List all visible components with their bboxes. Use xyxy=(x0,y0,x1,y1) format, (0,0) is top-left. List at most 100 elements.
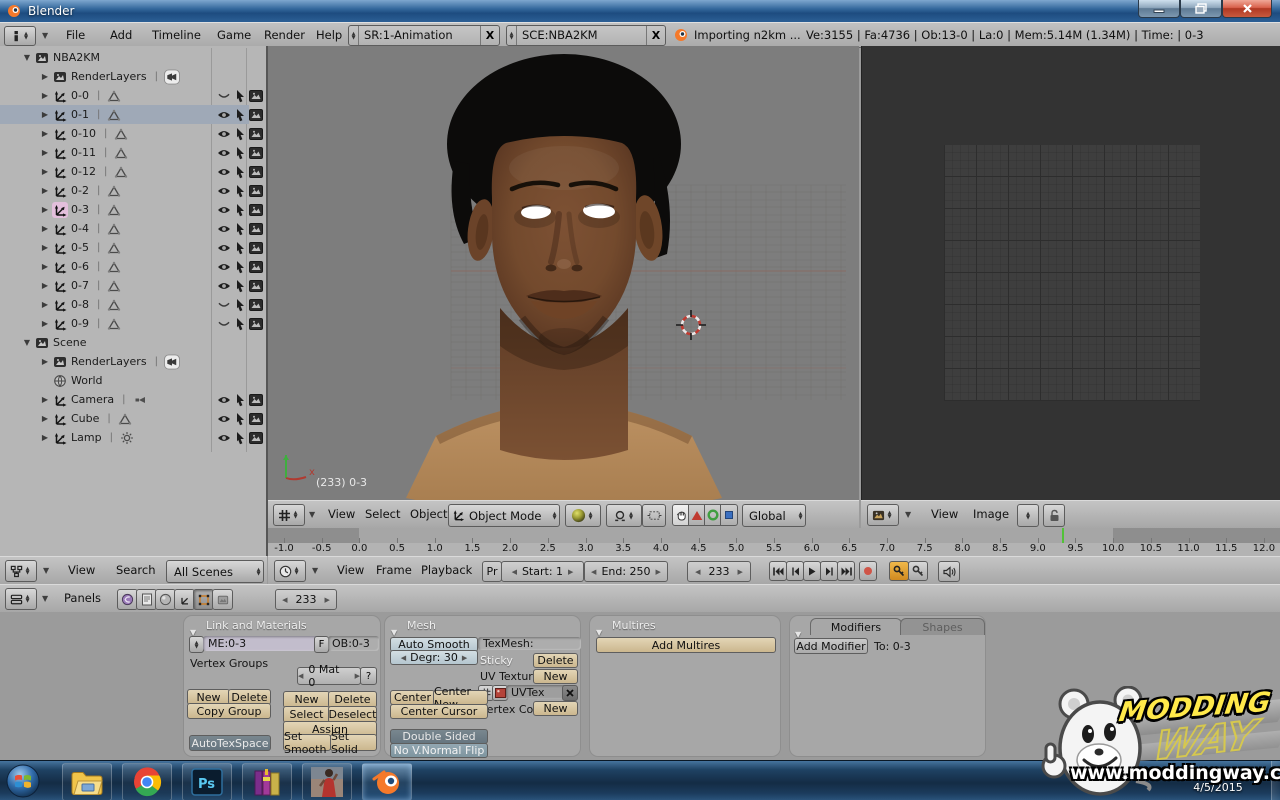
menu-collapse-icon[interactable]: ▼ xyxy=(312,566,318,575)
context-scene-button[interactable] xyxy=(136,589,157,610)
expand-arrow-icon[interactable]: ▶ xyxy=(38,186,52,195)
render-icon[interactable] xyxy=(248,279,263,293)
expand-arrow-icon[interactable]: ▶ xyxy=(38,243,52,252)
expand-arrow-icon[interactable]: ▶ xyxy=(38,205,52,214)
expand-arrow-icon[interactable]: ▶ xyxy=(38,224,52,233)
eye-open-icon[interactable] xyxy=(216,260,231,274)
mesh-data-icon[interactable] xyxy=(117,411,133,427)
context-shading-button[interactable] xyxy=(117,589,138,610)
editor-type-stepper[interactable]: ▲▼ xyxy=(291,511,300,519)
tab-modifiers[interactable]: Modifiers xyxy=(810,618,902,635)
set-smooth-button[interactable]: Set Smooth xyxy=(283,734,331,751)
add-modifier-button[interactable]: Add Modifier xyxy=(794,638,868,654)
cursor-icon[interactable] xyxy=(232,222,247,236)
mute-audio-button[interactable] xyxy=(938,561,960,582)
viewport-menu-object[interactable]: Object xyxy=(410,502,447,526)
expand-arrow-icon[interactable]: ▶ xyxy=(38,72,52,81)
menu-add[interactable]: Add xyxy=(110,23,132,47)
cursor-icon[interactable] xyxy=(232,127,247,141)
mode-dropdown[interactable]: Object Mode ▲▼ xyxy=(448,504,560,527)
mesh-data-icon[interactable] xyxy=(106,278,122,294)
expand-arrow-icon[interactable]: ▶ xyxy=(38,300,52,309)
mesh-browse-stepper[interactable]: ▲▼ xyxy=(189,636,204,653)
cursor-icon[interactable] xyxy=(232,165,247,179)
filter-stepper[interactable]: ▲▼ xyxy=(254,568,263,576)
expand-arrow-icon[interactable]: ▶ xyxy=(38,110,52,119)
outliner-row[interactable]: ▶ 0-9 | xyxy=(0,314,268,333)
center-button[interactable]: Center xyxy=(390,690,435,705)
expand-arrow-icon[interactable]: ▶ xyxy=(38,414,52,423)
restore-button[interactable] xyxy=(1180,0,1222,18)
timeline-ruler[interactable]: -1.0-0.50.00.51.01.52.02.53.03.54.04.55.… xyxy=(268,528,1280,556)
expand-arrow-icon[interactable]: ▶ xyxy=(38,262,52,271)
outliner-row[interactable]: ▶ 0-7 | xyxy=(0,276,268,295)
taskbar-app-chrome[interactable] xyxy=(122,763,172,800)
pivot-dropdown[interactable]: ▲▼ xyxy=(606,504,642,527)
panel-title[interactable]: Multires xyxy=(612,619,656,632)
panel-title[interactable]: Link and Materials xyxy=(206,619,307,632)
render-icon[interactable] xyxy=(248,241,263,255)
cursor-icon[interactable] xyxy=(232,412,247,426)
taskbar-app-photoshop[interactable]: Ps xyxy=(182,763,232,800)
expand-arrow-icon[interactable]: ▶ xyxy=(38,148,52,157)
render-icon[interactable] xyxy=(248,393,263,407)
timeline-menu-playback[interactable]: Playback xyxy=(421,558,472,582)
buttons-frame-field[interactable]: ◀233▶ xyxy=(275,589,337,610)
editor-type-stepper[interactable]: ▲▼ xyxy=(885,511,894,519)
expand-arrow-icon[interactable]: ▶ xyxy=(38,319,52,328)
render-icon[interactable] xyxy=(248,146,263,160)
eye-open-icon[interactable] xyxy=(216,431,231,445)
jump-to-start-button[interactable] xyxy=(769,561,787,581)
editor-type-button-timeline[interactable]: ▲▼ xyxy=(274,560,306,582)
orientation-stepper[interactable]: ▲▼ xyxy=(796,512,805,520)
mesh-data-icon[interactable] xyxy=(106,259,122,275)
taskbar-app-winrar[interactable] xyxy=(242,763,292,800)
start-frame-field[interactable]: ◀Start: 1▶ xyxy=(501,561,584,582)
expand-arrow-icon[interactable]: ▶ xyxy=(38,281,52,290)
timeline-menu-frame[interactable]: Frame xyxy=(376,558,412,582)
current-frame-field[interactable]: ◀233▶ xyxy=(687,561,751,582)
cursor-icon[interactable] xyxy=(232,317,247,331)
render-icon[interactable] xyxy=(248,222,263,236)
menu-file[interactable]: File xyxy=(66,23,85,47)
center-new-button[interactable]: Center New xyxy=(433,690,488,705)
next-keyframe-button[interactable] xyxy=(820,561,838,581)
mesh-data-icon[interactable] xyxy=(106,107,122,123)
expand-arrow-icon[interactable]: ▶ xyxy=(38,433,52,442)
outliner-row[interactable]: ▶ 0-6 | xyxy=(0,257,268,276)
context-editing-button[interactable] xyxy=(193,589,214,610)
material-help-button[interactable]: ? xyxy=(360,667,377,685)
uv-menu-image[interactable]: Image xyxy=(973,502,1009,526)
sticky-delete-button[interactable]: Delete xyxy=(533,653,578,668)
render-icon[interactable] xyxy=(248,108,263,122)
uv-lock-button[interactable] xyxy=(1043,504,1065,527)
autotexspace-toggle[interactable]: AutoTexSpace xyxy=(189,735,271,751)
eye-open-icon[interactable] xyxy=(216,184,231,198)
cursor-icon[interactable] xyxy=(232,184,247,198)
outliner-row[interactable]: ▶ 0-3 | xyxy=(0,200,268,219)
uvtex-delete-x-button[interactable] xyxy=(562,685,578,701)
snap-proportional-button[interactable] xyxy=(642,504,666,527)
menu-collapse-icon[interactable]: ▼ xyxy=(42,31,48,40)
expand-arrow-icon[interactable]: ▶ xyxy=(38,395,52,404)
close-button[interactable] xyxy=(1222,0,1272,18)
menu-collapse-icon[interactable]: ▼ xyxy=(43,566,49,575)
render-icon[interactable] xyxy=(248,431,263,445)
degr-field[interactable]: ◀Degr: 30▶ xyxy=(390,650,478,665)
editor-type-stepper[interactable]: ▲▼ xyxy=(292,567,301,575)
cursor-icon[interactable] xyxy=(232,241,247,255)
outliner-row[interactable]: ▶ 0-11 | xyxy=(0,143,268,162)
outliner-row[interactable]: ▶ 0-12 | xyxy=(0,162,268,181)
eye-open-icon[interactable] xyxy=(216,222,231,236)
camera-toggle-icon[interactable] xyxy=(164,354,180,370)
mesh-data-icon[interactable] xyxy=(113,145,129,161)
context-object-button[interactable] xyxy=(174,589,195,610)
outliner-row[interactable]: ▶ 0-10 | xyxy=(0,124,268,143)
menu-game[interactable]: Game xyxy=(217,23,251,47)
screen-selector[interactable]: ▲▼ SR:1-Animation X xyxy=(348,25,500,46)
scene-delete-x[interactable]: X xyxy=(646,26,665,45)
screen-stepper[interactable]: ▲▼ xyxy=(349,26,359,45)
auto-key-button[interactable] xyxy=(889,561,909,581)
outliner-row[interactable]: ▼ Scene xyxy=(0,333,268,352)
outliner-row[interactable]: ▶ 0-2 | xyxy=(0,181,268,200)
